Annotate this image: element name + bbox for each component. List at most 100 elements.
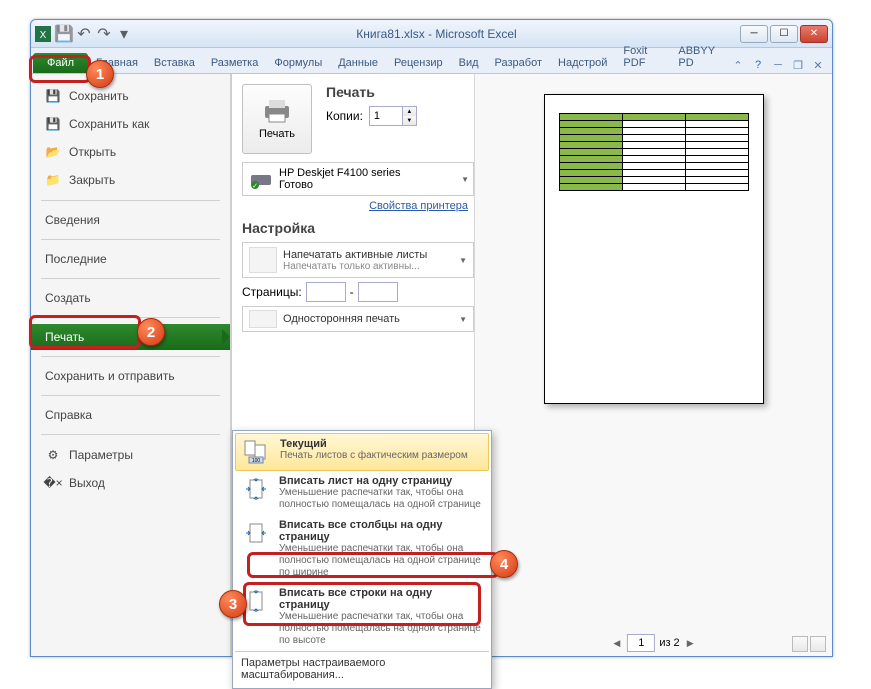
- save-icon: 💾: [45, 88, 61, 104]
- tab-file[interactable]: Файл: [33, 53, 88, 73]
- qat-more-icon[interactable]: ▾: [115, 25, 133, 43]
- page-to-input[interactable]: [358, 282, 398, 302]
- nav-open[interactable]: 📂Открыть: [31, 138, 230, 166]
- copies-label: Копии:: [326, 109, 363, 123]
- tab-review[interactable]: Рецензир: [386, 53, 451, 73]
- save-icon[interactable]: 💾: [55, 25, 73, 43]
- tab-formulas[interactable]: Формулы: [266, 53, 330, 73]
- backstage: 💾Сохранить 💾Сохранить как 📂Открыть 📁Закр…: [31, 74, 832, 656]
- tab-insert[interactable]: Вставка: [146, 53, 203, 73]
- tab-addins[interactable]: Надстрой: [550, 53, 615, 73]
- exit-icon: �×: [45, 475, 61, 491]
- page-from-input[interactable]: [306, 282, 346, 302]
- scale-option-fit-rows[interactable]: Вписать все строки на одну страницуУмень…: [235, 583, 489, 651]
- prev-page-icon[interactable]: ◀: [610, 638, 623, 649]
- ribbon-minimize-icon[interactable]: ⌃: [730, 57, 746, 73]
- minimize-button[interactable]: ─: [740, 25, 768, 43]
- tab-data[interactable]: Данные: [330, 53, 386, 73]
- printer-selector[interactable]: ✓ HP Deskjet F4100 series Готово ▼: [242, 162, 474, 196]
- svg-text:X: X: [40, 30, 47, 41]
- next-page-icon[interactable]: ▶: [684, 638, 697, 649]
- tab-foxit[interactable]: Foxit PDF: [615, 41, 670, 73]
- print-button-label: Печать: [259, 128, 295, 140]
- window-title: Книга81.xlsx - Microsoft Excel: [133, 27, 740, 41]
- page-total-label: из 2: [659, 637, 679, 649]
- printer-device-icon: ✓: [249, 169, 273, 189]
- undo-icon[interactable]: ↶: [75, 25, 93, 43]
- print-settings-panel: Печать Печать Копии: 1 ▲▼: [232, 74, 474, 656]
- page-number-input[interactable]: [627, 634, 655, 652]
- tab-abbyy[interactable]: ABBYY PD: [670, 41, 730, 73]
- scale-option-fit-columns[interactable]: Вписать все столбцы на одну страницуУмен…: [235, 515, 489, 583]
- excel-icon: X: [35, 26, 51, 42]
- oneside-icon: [249, 310, 277, 328]
- nav-recent[interactable]: Последние: [31, 246, 230, 272]
- scale-option-fit-sheet[interactable]: Вписать лист на одну страницуУменьшение …: [235, 471, 489, 515]
- nav-share[interactable]: Сохранить и отправить: [31, 363, 230, 389]
- chevron-down-icon: ▼: [459, 315, 467, 324]
- preview-table: [559, 113, 749, 191]
- badge-4: 4: [490, 550, 518, 578]
- badge-1: 1: [86, 60, 114, 88]
- badge-2: 2: [137, 318, 165, 346]
- open-icon: 📂: [45, 144, 61, 160]
- printer-icon: [261, 98, 293, 124]
- copies-spinner[interactable]: 1 ▲▼: [369, 106, 417, 126]
- spin-up-icon[interactable]: ▲: [402, 107, 416, 116]
- chevron-down-icon: ▼: [459, 256, 467, 265]
- options-icon: ⚙: [45, 447, 61, 463]
- custom-scaling-link[interactable]: Параметры настраиваемого масштабирования…: [235, 651, 489, 686]
- printer-properties-link[interactable]: Свойства принтера: [242, 200, 468, 212]
- backstage-content: Печать Печать Копии: 1 ▲▼: [231, 74, 832, 656]
- nav-info[interactable]: Сведения: [31, 207, 230, 233]
- saveas-icon: 💾: [45, 116, 61, 132]
- pages-row: Страницы: -: [242, 282, 474, 302]
- zoom-to-page-button[interactable]: [810, 636, 826, 652]
- sides-selector[interactable]: Односторонняя печать ▼: [242, 306, 474, 332]
- spin-down-icon[interactable]: ▼: [402, 116, 416, 125]
- pages-label: Страницы:: [242, 285, 302, 299]
- scaling-popup: 100 ТекущийПечать листов с фактическим р…: [232, 430, 492, 689]
- nav-help[interactable]: Справка: [31, 402, 230, 428]
- svg-text:✓: ✓: [252, 183, 258, 189]
- nav-new[interactable]: Создать: [31, 285, 230, 311]
- print-button[interactable]: Печать: [242, 84, 312, 154]
- svg-text:100: 100: [252, 458, 261, 464]
- doc-restore-icon[interactable]: ❐: [790, 57, 806, 73]
- redo-icon[interactable]: ↷: [95, 25, 113, 43]
- printer-name: HP Deskjet F4100 series: [279, 167, 400, 179]
- preview-navigation: ◀ из 2 ▶: [610, 634, 696, 652]
- doc-minimize-icon[interactable]: ─: [770, 57, 786, 73]
- copies-value: 1: [374, 110, 380, 122]
- tab-layout[interactable]: Разметка: [203, 53, 267, 73]
- nav-options[interactable]: ⚙Параметры: [31, 441, 230, 469]
- maximize-button[interactable]: ☐: [770, 25, 798, 43]
- sheets-icon: [249, 247, 277, 273]
- backstage-nav: 💾Сохранить 💾Сохранить как 📂Открыть 📁Закр…: [31, 74, 231, 656]
- print-what-selector[interactable]: Напечатать активные листы Напечатать тол…: [242, 242, 474, 278]
- chevron-down-icon: ▼: [461, 175, 469, 184]
- doc-close-icon[interactable]: ✕: [810, 57, 826, 73]
- help-icon[interactable]: ?: [750, 57, 766, 73]
- nav-save[interactable]: 💾Сохранить: [31, 82, 230, 110]
- show-margins-button[interactable]: [792, 636, 808, 652]
- settings-header: Настройка: [242, 220, 474, 236]
- nav-close[interactable]: 📁Закрыть: [31, 166, 230, 194]
- close-button[interactable]: ✕: [800, 25, 828, 43]
- fit-sheet-icon: [241, 475, 271, 503]
- preview-page: [544, 94, 764, 404]
- print-preview-panel: ◀ из 2 ▶: [474, 74, 832, 656]
- tab-view[interactable]: Вид: [451, 53, 487, 73]
- nav-exit[interactable]: �×Выход: [31, 469, 230, 497]
- print-header: Печать: [326, 84, 417, 100]
- ribbon-tabs: Файл Главная Вставка Разметка Формулы Да…: [31, 48, 832, 74]
- fit-columns-icon: [241, 519, 271, 547]
- scale-option-current[interactable]: 100 ТекущийПечать листов с фактическим р…: [235, 433, 489, 471]
- scale-current-icon: 100: [242, 438, 272, 466]
- tab-developer[interactable]: Разработ: [487, 53, 550, 73]
- badge-3: 3: [219, 590, 247, 618]
- nav-print[interactable]: Печать: [31, 324, 230, 350]
- nav-saveas[interactable]: 💾Сохранить как: [31, 110, 230, 138]
- quick-access-toolbar: 💾 ↶ ↷ ▾: [55, 25, 133, 43]
- printer-status: Готово: [279, 179, 400, 191]
